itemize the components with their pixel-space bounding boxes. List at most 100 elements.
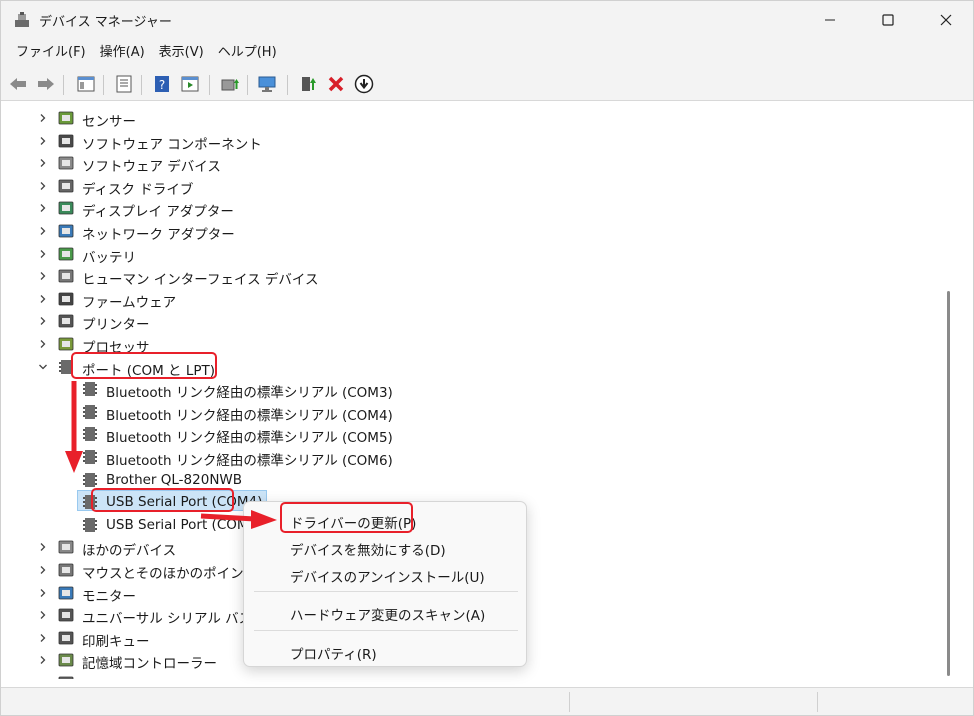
storage-controller-icon	[58, 653, 74, 667]
device-manager-app-icon	[15, 12, 29, 27]
forward-button[interactable]	[35, 73, 57, 95]
chevron-right-icon[interactable]	[37, 333, 49, 355]
software-component-icon	[58, 134, 74, 147]
maximize-button[interactable]	[859, 1, 917, 39]
back-button[interactable]	[7, 73, 29, 95]
chevron-right-icon[interactable]	[37, 175, 49, 197]
show-hide-console-tree-icon	[77, 76, 95, 92]
tree-device-port[interactable]: Bluetooth リンク経由の標準シリアル (COM6)	[4, 446, 949, 469]
port-icon	[83, 450, 97, 464]
tree-device-port[interactable]: Bluetooth リンク経由の標準シリアル (COM5)	[4, 423, 949, 446]
chevron-right-icon[interactable]	[37, 288, 49, 310]
tree-device-label: Bluetooth リンク経由の標準シリアル (COM4)	[106, 407, 393, 424]
chevron-right-icon[interactable]	[37, 130, 49, 152]
context-menu-separator	[254, 630, 518, 631]
title-bar: デバイス マネージャー	[1, 1, 973, 39]
console-tree-button[interactable]	[75, 73, 97, 95]
tree-category-label: 記憶域コントローラー	[82, 656, 217, 673]
chevron-right-icon[interactable]	[37, 559, 49, 581]
software-device-icon	[58, 156, 74, 170]
close-icon	[940, 14, 952, 26]
chevron-right-icon[interactable]	[37, 672, 49, 679]
port-icon	[83, 427, 97, 442]
menu-view[interactable]: 表示(V)	[152, 39, 211, 67]
tree-category-sensor[interactable]: センサー	[4, 107, 949, 130]
tree-category-battery[interactable]: バッテリ	[4, 243, 949, 266]
vertical-scrollbar[interactable]	[949, 104, 973, 679]
properties-button[interactable]	[113, 73, 135, 95]
tree-device-port[interactable]: Bluetooth リンク経由の標準シリアル (COM4)	[4, 401, 949, 424]
tree-category-label: バッテリ	[82, 249, 136, 266]
sensor-icon	[58, 111, 74, 125]
action-pane-button[interactable]	[179, 73, 201, 95]
tree-category-display-adapter[interactable]: ディスプレイ アダプター	[4, 197, 949, 220]
tree-category-printer[interactable]: プリンター	[4, 310, 949, 333]
close-button[interactable]	[917, 1, 974, 39]
chevron-right-icon[interactable]	[37, 604, 49, 626]
minimize-button[interactable]	[801, 1, 859, 39]
annotation-highlight-ports	[71, 352, 217, 379]
chevron-right-icon[interactable]	[37, 220, 49, 242]
tree-category-software-device[interactable]: ソフトウェア デバイス	[4, 152, 949, 175]
toolbar-separator	[287, 75, 288, 95]
tree-category-label: ほかのデバイス	[82, 543, 177, 560]
tree-category-network-adapter[interactable]: ネットワーク アダプター	[4, 220, 949, 243]
forward-arrow-icon	[38, 78, 54, 90]
chevron-right-icon[interactable]	[37, 627, 49, 649]
chevron-right-icon[interactable]	[37, 152, 49, 174]
scrollbar-thumb[interactable]	[947, 291, 950, 676]
enable-device-button[interactable]	[297, 73, 319, 95]
tree-device-port[interactable]: Bluetooth リンク経由の標準シリアル (COM3)	[4, 378, 949, 401]
context-menu-properties[interactable]: プロパティ(R)	[290, 643, 377, 663]
chevron-right-icon[interactable]	[37, 107, 49, 129]
toolbar-separator	[103, 75, 104, 95]
download-button[interactable]	[353, 73, 375, 95]
context-menu-separator	[254, 591, 518, 592]
tree-category-disk-drive[interactable]: ディスク ドライブ	[4, 175, 949, 198]
chevron-right-icon[interactable]	[37, 310, 49, 332]
context-menu-disable-device[interactable]: デバイスを無効にする(D)	[290, 539, 446, 559]
tree-category-label: 印刷キュー	[82, 633, 150, 650]
window-title: デバイス マネージャー	[39, 15, 172, 30]
chevron-right-icon[interactable]	[37, 536, 49, 558]
menu-file[interactable]: ファイル(F)	[9, 39, 93, 67]
printer-icon	[58, 314, 74, 328]
action-pane-icon	[181, 76, 199, 92]
port-icon	[83, 472, 97, 487]
context-menu-uninstall-device[interactable]: デバイスのアンインストール(U)	[290, 566, 485, 586]
uninstall-device-button[interactable]	[325, 73, 347, 95]
port-icon	[83, 382, 97, 397]
toolbar-separator	[63, 75, 64, 95]
enable-device-icon	[302, 77, 316, 91]
tree-device-label: USB Serial Port (COM	[106, 516, 249, 533]
scan-hardware-button[interactable]	[257, 73, 279, 95]
monitor-icon	[58, 586, 74, 599]
tree-category-biometric[interactable]: 生体認証デバイス	[4, 672, 949, 679]
menu-action[interactable]: 操作(A)	[93, 39, 152, 67]
tree-category-software-component[interactable]: ソフトウェア コンポーネント	[4, 130, 949, 153]
chevron-right-icon[interactable]	[37, 265, 49, 287]
context-menu-scan-hardware[interactable]: ハードウェア変更のスキャン(A)	[290, 604, 485, 624]
chevron-down-icon[interactable]	[37, 356, 49, 378]
tree-category-firmware[interactable]: ファームウェア	[4, 288, 949, 311]
annotation-highlight-usb-serial	[91, 488, 234, 512]
tree-category-label: ファームウェア	[82, 294, 177, 311]
hid-icon	[58, 269, 74, 283]
print-queue-icon	[58, 631, 74, 645]
menu-help[interactable]: ヘルプ(H)	[211, 39, 284, 67]
chevron-right-icon[interactable]	[37, 197, 49, 219]
display-adapter-icon	[58, 201, 74, 215]
help-icon: ?	[155, 76, 169, 92]
chevron-right-icon[interactable]	[37, 243, 49, 265]
tree-category-label: マウスとそのほかのポインティ	[82, 566, 270, 582]
chevron-right-icon[interactable]	[37, 582, 49, 604]
tree-category-hid[interactable]: ヒューマン インターフェイス デバイス	[4, 265, 949, 288]
tree-device-label: Brother QL-820NWB	[106, 471, 243, 488]
status-divider	[817, 692, 818, 712]
menu-bar: ファイル(F) 操作(A) 表示(V) ヘルプ(H)	[1, 39, 973, 67]
chevron-right-icon[interactable]	[37, 649, 49, 671]
uninstall-device-icon	[328, 76, 344, 92]
help-button[interactable]: ?	[151, 73, 173, 95]
update-driver-button[interactable]	[219, 73, 241, 95]
toolbar-separator	[209, 75, 210, 95]
